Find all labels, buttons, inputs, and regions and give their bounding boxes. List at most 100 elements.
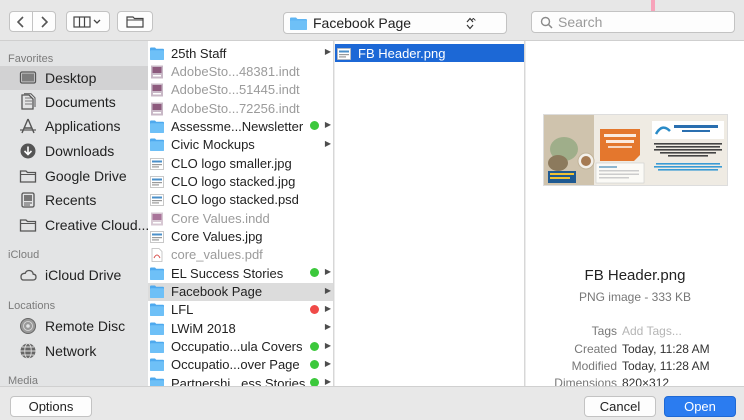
folder-row[interactable]: LFL ▶ (148, 301, 333, 319)
file-row[interactable]: core_values.pdf (148, 246, 333, 264)
sidebar-item-label: Recents (45, 192, 97, 208)
color-tag-dot (310, 268, 319, 278)
cancel-button[interactable]: Cancel (584, 396, 656, 417)
location-popup[interactable]: Facebook Page ⌃ (283, 12, 507, 34)
sidebar-item-network[interactable]: Network (0, 339, 148, 363)
preview-file-kind: PNG image - 333 KB (578, 290, 692, 304)
toolbar: Facebook Page ⌃ Search (0, 0, 744, 41)
color-tag-dot (310, 121, 319, 131)
chevron-left-icon (17, 15, 24, 28)
stepper-arrows-icon (466, 17, 474, 30)
color-tag-dot (310, 304, 319, 314)
disclosure-triangle-icon: ▶ (324, 47, 331, 56)
folder-icon (150, 340, 164, 354)
meta-key: Tags (591, 324, 617, 338)
indesign-template-icon (150, 65, 164, 79)
desktop-icon (19, 71, 37, 84)
folder-row[interactable]: Civic Mockups ▶ (148, 136, 333, 154)
sidebar-item-label: Network (45, 343, 97, 359)
open-button[interactable]: Open (664, 396, 736, 417)
row-label: LFL (171, 302, 194, 318)
file-row[interactable]: Core Values.jpg (148, 228, 333, 246)
downloads-icon (20, 143, 36, 159)
search-input[interactable]: Search (531, 11, 735, 33)
meta-row-modified: Modified Today, 11:28 AM (526, 359, 744, 373)
sidebar-item-desktop[interactable]: Desktop (0, 66, 148, 90)
sidebar-section-locations: Locations (8, 300, 56, 312)
documents-icon (21, 93, 36, 110)
disclosure-triangle-icon: ▶ (324, 322, 331, 332)
folder-icon (150, 303, 164, 317)
chevron-right-icon (41, 15, 48, 28)
location-label: Facebook Page (313, 15, 412, 31)
file-row[interactable]: FB Header.png (335, 44, 524, 62)
image-file-icon (150, 175, 164, 188)
new-folder-icon (126, 16, 144, 28)
row-label: CLO logo stacked.psd (171, 192, 299, 208)
file-row[interactable]: CLO logo stacked.jpg (148, 172, 333, 190)
folder-icon (19, 170, 37, 183)
thumbnail-image (544, 115, 727, 185)
recents-icon (21, 192, 35, 208)
file-column-2: FB Header.png (335, 41, 525, 386)
folder-row[interactable]: Occupatio...over Page ▶ (148, 356, 333, 374)
row-label: AdobeSto...72256.indt (171, 100, 300, 116)
row-label: AdobeSto...51445.indt (171, 82, 300, 98)
image-file-icon (150, 230, 164, 243)
new-folder-button[interactable] (117, 11, 153, 32)
image-thumbnail (543, 114, 728, 186)
folder-icon (150, 120, 164, 133)
network-icon (20, 343, 36, 359)
folder-icon (19, 219, 37, 232)
sidebar-section-icloud: iCloud (8, 249, 40, 261)
file-row[interactable]: CLO logo stacked.psd (148, 191, 333, 209)
color-tag-dot (310, 341, 319, 351)
view-mode-button[interactable] (66, 11, 110, 32)
file-row[interactable]: Core Values.indd (148, 209, 333, 227)
file-row[interactable]: AdobeSto...51445.indt (148, 81, 333, 99)
row-label: CLO logo smaller.jpg (171, 155, 292, 171)
folder-row[interactable]: LWiM 2018 ▶ (148, 319, 333, 337)
sidebar-item-remote-disc[interactable]: Remote Disc (0, 314, 148, 338)
applications-icon (20, 118, 36, 134)
tags-field[interactable]: Add Tags... (622, 324, 682, 338)
sidebar-item-downloads[interactable]: Downloads (0, 139, 148, 163)
file-row[interactable]: CLO logo smaller.jpg (148, 154, 333, 172)
row-label: Core Values.jpg (171, 229, 263, 244)
sidebar-item-creative-cloud[interactable]: Creative Cloud... (0, 213, 148, 237)
sidebar-item-documents[interactable]: Documents (0, 90, 148, 114)
folder-icon (150, 267, 164, 280)
back-button[interactable] (9, 11, 33, 32)
row-label: Partnershi...ess Stories (171, 375, 306, 386)
folder-row[interactable]: EL Success Stories ▶ (148, 264, 333, 282)
disclosure-triangle-icon: ▶ (324, 138, 331, 148)
folder-row[interactable]: 25th Staff ▶ (148, 44, 333, 62)
disclosure-triangle-icon: ▶ (324, 267, 331, 277)
folder-icon (150, 47, 164, 60)
row-label: Core Values.indd (171, 210, 270, 226)
cloud-icon (20, 269, 37, 281)
folder-row[interactable]: Occupatio...ula Covers ▶ (148, 338, 333, 356)
sidebar-item-recents[interactable]: Recents (0, 188, 148, 212)
sidebar-item-label: Applications (45, 118, 121, 134)
folder-row[interactable]: Facebook Page ▶ (148, 282, 333, 301)
meta-row-created: Created Today, 11:28 AM (526, 342, 744, 356)
sidebar-item-applications[interactable]: Applications (0, 114, 148, 138)
disclosure-triangle-icon: ▶ (324, 285, 331, 295)
sidebar-item-google-drive[interactable]: Google Drive (0, 164, 148, 188)
meta-key: Created (574, 342, 617, 356)
forward-button[interactable] (32, 11, 56, 32)
folder-row[interactable]: Partnershi...ess Stories ▶ (148, 374, 333, 386)
folder-icon (150, 322, 164, 335)
meta-value: Today, 11:28 AM (622, 359, 710, 373)
folder-row[interactable]: Assessme...Newsletter ▶ (148, 117, 333, 135)
file-row[interactable]: AdobeSto...72256.indt (148, 99, 333, 117)
image-file-icon (150, 157, 164, 170)
image-file-icon (337, 47, 351, 60)
meta-value: Today, 11:28 AM (622, 342, 710, 356)
file-row[interactable]: AdobeSto...48381.indt (148, 62, 333, 80)
disclosure-triangle-icon: ▶ (324, 377, 331, 386)
options-button[interactable]: Options (10, 396, 92, 417)
sidebar-item-label: Remote Disc (45, 318, 126, 334)
sidebar-item-icloud-drive[interactable]: iCloud Drive (0, 263, 148, 287)
